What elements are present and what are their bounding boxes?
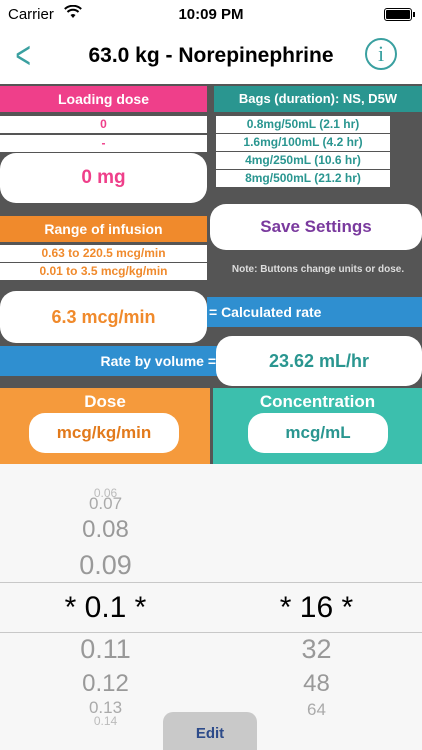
bag-option-1[interactable]: 0.8mg/50mL (2.1 hr) <box>216 116 390 133</box>
concentration-header: Concentration <box>259 392 376 411</box>
save-settings-button[interactable]: Save Settings <box>210 204 422 250</box>
concentration-unit-button[interactable]: mcg/mL <box>248 413 388 453</box>
calculated-rate-label: = Calculated rate <box>207 297 422 327</box>
range-header: Range of infusion <box>0 216 207 242</box>
info-icon[interactable]: i <box>365 38 397 70</box>
picker-dose-option[interactable]: 0.11 <box>0 634 211 665</box>
dose-header: Dose <box>84 392 126 411</box>
picker-selection-bottom-line <box>0 632 422 633</box>
calculated-rate-button[interactable]: 6.3 mcg/min <box>0 291 207 343</box>
loading-dose-header: Loading dose <box>0 86 207 112</box>
dose-unit-button[interactable]: mcg/kg/min <box>29 413 179 453</box>
picker-concentration-option[interactable]: 32 <box>211 634 422 665</box>
picker-selection-top-line <box>0 582 422 583</box>
status-bar: Carrier 10:09 PM <box>0 0 422 30</box>
picker-dose-option[interactable]: 0.08 <box>0 516 211 544</box>
navigation-bar: < 63.0 kg - Norepinephrine i <box>0 30 422 84</box>
loading-dose-row-2: - <box>0 135 207 152</box>
picker-dose-option[interactable]: 0.12 <box>0 670 211 698</box>
bags-header: Bags (duration): NS, D5W <box>214 86 422 112</box>
picker-concentration-selected[interactable]: * 16 * <box>211 591 422 625</box>
note-text: Note: Buttons change units or dose. <box>231 264 405 275</box>
page-title: 63.0 kg - Norepinephrine <box>88 44 334 67</box>
range-row-2: 0.01 to 3.5 mcg/kg/min <box>0 263 207 280</box>
bag-option-4[interactable]: 8mg/500mL (21.2 hr) <box>216 170 390 187</box>
value-picker[interactable]: 0.06 0.07 0.08 0.09 * 0.1 * 0.11 0.12 0.… <box>0 464 422 750</box>
bag-option-3[interactable]: 4mg/250mL (10.6 hr) <box>216 152 390 169</box>
loading-dose-row-1: 0 <box>0 116 207 133</box>
battery-icon <box>384 8 415 21</box>
edit-button[interactable]: Edit <box>163 712 257 750</box>
rate-by-volume-label: Rate by volume = <box>0 346 218 376</box>
bag-option-2[interactable]: 1.6mg/100mL (4.2 hr) <box>216 134 390 151</box>
range-row-1: 0.63 to 220.5 mcg/min <box>0 245 207 262</box>
status-time: 10:09 PM <box>178 6 244 23</box>
loading-dose-button[interactable]: 0 mg <box>0 153 207 203</box>
rate-by-volume-button[interactable]: 23.62 mL/hr <box>216 336 422 386</box>
picker-dose-option[interactable]: 0.09 <box>0 550 211 581</box>
picker-dose-selected[interactable]: * 0.1 * <box>0 591 211 625</box>
picker-concentration-option[interactable]: 48 <box>211 670 422 698</box>
picker-dose-option[interactable]: 0.07 <box>0 494 211 514</box>
